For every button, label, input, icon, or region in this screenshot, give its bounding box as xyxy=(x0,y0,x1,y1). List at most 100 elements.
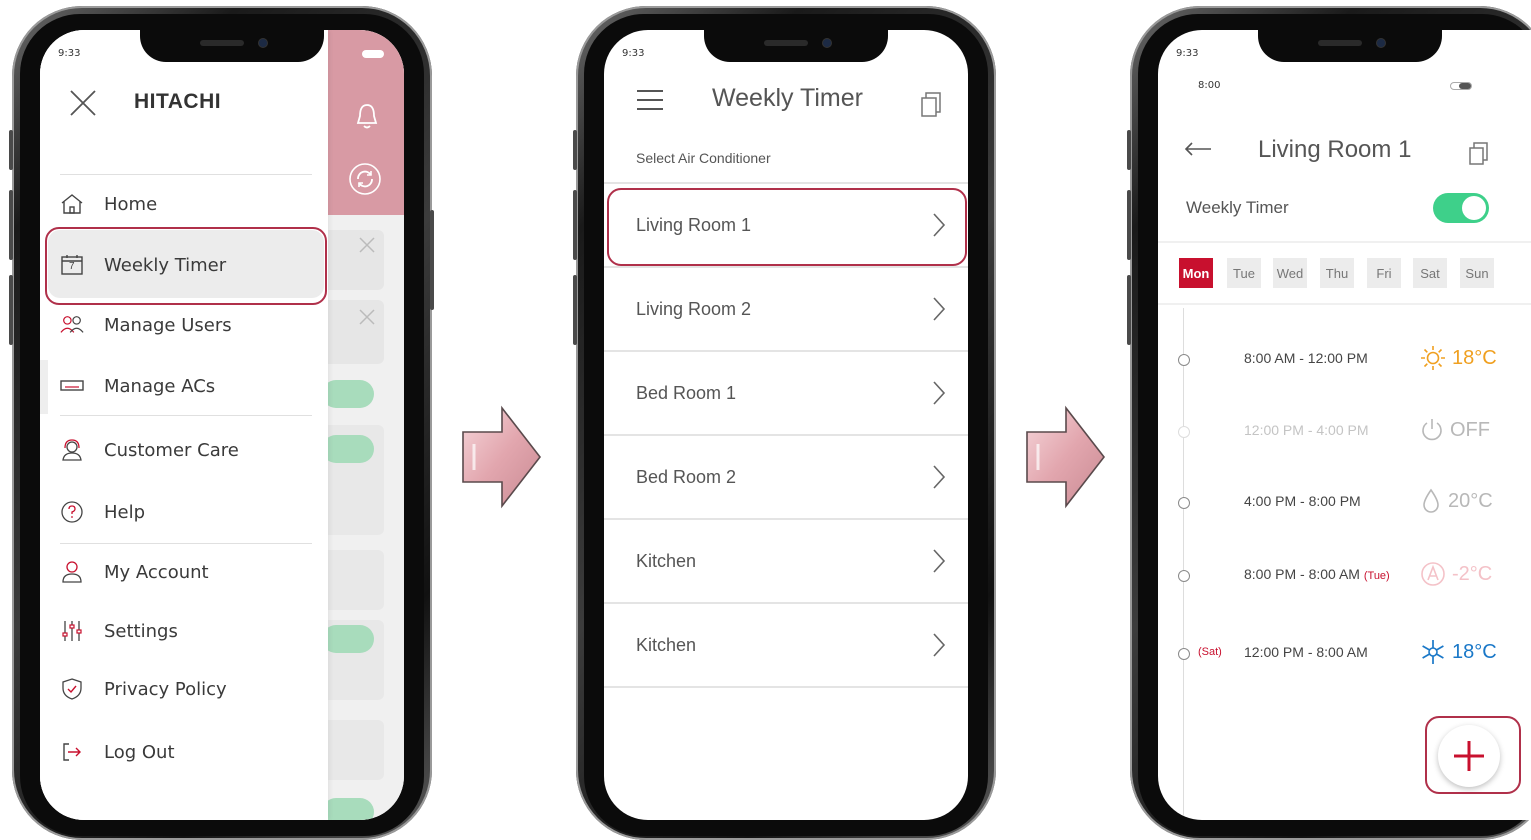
timeline-dot xyxy=(1178,570,1190,582)
menu-item-label: Home xyxy=(104,193,158,215)
menu-divider xyxy=(60,543,312,544)
section-divider xyxy=(1158,303,1531,305)
close-icon xyxy=(358,308,376,330)
copy-icon[interactable] xyxy=(1468,140,1490,170)
menu-item-help[interactable]: Help xyxy=(40,485,340,539)
highlight-weekly-timer xyxy=(45,227,327,305)
copy-icon[interactable] xyxy=(920,90,942,122)
chevron-right-icon xyxy=(933,465,946,489)
day-tab-wed[interactable]: Wed xyxy=(1273,258,1307,288)
toggle-knob xyxy=(1462,196,1486,220)
phone-speaker xyxy=(764,40,808,46)
highlight-add-button xyxy=(1425,716,1521,794)
highlight-living-room-1 xyxy=(607,188,967,266)
ac-name: Bed Room 1 xyxy=(636,382,737,403)
side-button xyxy=(9,190,13,260)
schedule-time-range: 8:00 PM - 8:00 AM (Tue) xyxy=(1244,566,1390,582)
timeline-dot xyxy=(1178,497,1190,509)
ac-list-item[interactable]: Kitchen xyxy=(604,604,968,688)
chevron-right-icon xyxy=(933,381,946,405)
schedule-entry[interactable]: 8:00 AM - 12:00 PM 18°C xyxy=(1158,346,1528,376)
menu-item-settings[interactable]: Settings xyxy=(40,604,340,658)
close-menu-icon[interactable] xyxy=(68,88,98,122)
schedule-mode: -2°C xyxy=(1420,558,1492,590)
timeline-dot xyxy=(1178,648,1190,660)
timeline-dot xyxy=(1178,426,1190,438)
schedule-value: 18°C xyxy=(1452,640,1497,663)
schedule-mode: 18°C xyxy=(1420,342,1497,374)
phone-notch xyxy=(140,30,324,62)
status-time: 9:33 xyxy=(622,48,645,59)
side-button xyxy=(1127,190,1131,260)
dry-icon xyxy=(1423,488,1439,513)
schedule-value: OFF xyxy=(1450,418,1490,441)
side-button xyxy=(1127,130,1131,170)
cool-icon xyxy=(1422,640,1444,664)
battery-icon xyxy=(1450,82,1472,90)
phone-camera xyxy=(258,38,268,48)
ac-list-item[interactable]: Living Room 2 xyxy=(604,268,968,352)
menu-item-my-account[interactable]: My Account xyxy=(40,545,340,599)
phone-speaker xyxy=(1318,40,1362,46)
menu-item-manage-users[interactable]: Manage Users xyxy=(40,298,340,352)
schedule-value: 18°C xyxy=(1452,346,1497,369)
ac-name: Bed Room 2 xyxy=(636,466,737,487)
menu-item-label: Settings xyxy=(104,620,178,642)
page-title: Living Room 1 xyxy=(1258,136,1412,163)
day-tab-fri[interactable]: Fri xyxy=(1367,258,1401,288)
menu-item-log-out[interactable]: Log Out xyxy=(40,725,340,779)
ac-list-item[interactable]: Bed Room 1 xyxy=(604,352,968,436)
refresh-icon xyxy=(348,162,382,200)
day-tab-thu[interactable]: Thu xyxy=(1320,258,1354,288)
phone-camera xyxy=(1376,38,1386,48)
phone-notch xyxy=(704,30,888,62)
side-button xyxy=(573,190,577,260)
heat-icon xyxy=(1421,346,1445,370)
section-divider xyxy=(1158,241,1531,243)
ac-list-item[interactable]: Bed Room 2 xyxy=(604,436,968,520)
side-button xyxy=(573,275,577,345)
menu-item-label: Manage ACs xyxy=(104,375,216,397)
menu-item-manage-acs[interactable]: Manage ACs xyxy=(40,359,340,413)
phone-speaker xyxy=(200,40,244,46)
schedule-entry[interactable]: 4:00 PM - 8:00 PM 20°C xyxy=(1158,488,1528,519)
side-button xyxy=(573,130,577,170)
menu-item-privacy-policy[interactable]: Privacy Policy xyxy=(40,662,340,716)
day-tab-sun[interactable]: Sun xyxy=(1460,258,1494,288)
schedule-entry[interactable]: 12:00 PM - 4:00 PM OFF xyxy=(1158,418,1528,448)
schedule-mode: 20°C xyxy=(1420,485,1493,517)
schedule-time-range: 12:00 PM - 8:00 AM xyxy=(1244,644,1368,660)
day-tab-mon[interactable]: Mon xyxy=(1179,258,1213,288)
day-tab-sat[interactable]: Sat xyxy=(1413,258,1447,288)
weekly-timer-toggle[interactable] xyxy=(1433,193,1489,223)
ac-name: Living Room 2 xyxy=(636,298,752,319)
menu-item-label: My Account xyxy=(104,561,209,583)
day-tab-tue[interactable]: Tue xyxy=(1227,258,1261,288)
schedule-entry[interactable]: (Sat) 12:00 PM - 8:00 AM 18°C xyxy=(1158,640,1528,670)
home-icon xyxy=(60,192,84,216)
schedule-mode: 18°C xyxy=(1420,636,1497,668)
schedule-value: 20°C xyxy=(1448,489,1493,512)
background-toggle xyxy=(322,798,374,820)
menu-item-home[interactable]: Home xyxy=(40,177,340,231)
menu-item-label: Manage Users xyxy=(104,314,232,336)
power-icon xyxy=(1422,419,1442,441)
menu-divider xyxy=(60,174,312,175)
menu-item-label: Privacy Policy xyxy=(104,678,227,700)
headset-icon xyxy=(60,438,84,462)
ac-list-screen: 9:33 Weekly Timer Select Air Conditioner… xyxy=(604,30,968,820)
ac-list-item[interactable]: Kitchen xyxy=(604,520,968,604)
hamburger-menu-icon[interactable] xyxy=(636,88,664,116)
menu-item-customer-care[interactable]: Customer Care xyxy=(40,423,340,477)
chevron-right-icon xyxy=(933,633,946,657)
phone-camera xyxy=(822,38,832,48)
menu-item-label: Log Out xyxy=(104,741,175,763)
schedule-entry[interactable]: 8:00 PM - 8:00 AM (Tue) -2°C xyxy=(1158,562,1528,592)
schedule-time-range: 4:00 PM - 8:00 PM xyxy=(1244,493,1361,509)
back-arrow-icon[interactable] xyxy=(1184,140,1212,162)
schedule-mode: OFF xyxy=(1420,414,1490,446)
bell-icon xyxy=(354,102,380,134)
ac-unit-icon xyxy=(60,374,84,398)
next-day-tag: (Tue) xyxy=(1363,570,1390,582)
previous-day-tag: (Sat) xyxy=(1198,646,1222,658)
